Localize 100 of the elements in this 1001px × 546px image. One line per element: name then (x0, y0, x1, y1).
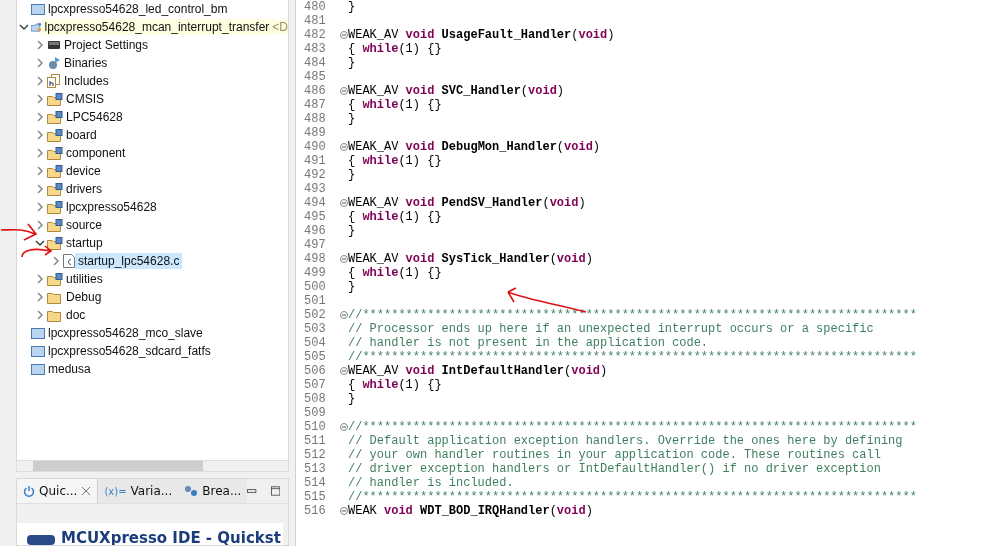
chevron-down-icon[interactable] (19, 22, 29, 32)
fold-toggle-icon[interactable] (340, 311, 348, 319)
tree-item[interactable]: startup (63, 235, 106, 251)
tree-item[interactable]: lpcxpresso54628_mco_slave (45, 325, 206, 341)
line-number: 481 (303, 14, 327, 28)
source-folder-icon (47, 272, 63, 286)
source-folder-icon (47, 164, 63, 178)
line-number: 516 (303, 504, 327, 518)
fold-toggle-icon[interactable] (340, 255, 348, 263)
line-number: 495 (303, 210, 327, 224)
tree-item[interactable]: medusa (45, 361, 94, 377)
source-folder-icon (47, 200, 63, 214)
tree-item[interactable]: CMSIS (63, 91, 107, 107)
line-number: 488 (303, 112, 327, 126)
code-line: { while(1) {} (348, 266, 442, 280)
minimize-icon[interactable] (247, 489, 257, 493)
line-number: 511 (303, 434, 327, 448)
code-line: WEAK_AV void IntDefaultHandler(void) (348, 364, 608, 378)
line-number: 514 (303, 476, 327, 490)
code-line: { while(1) {} (348, 210, 442, 224)
tree-item[interactable]: LPC54628 (63, 109, 126, 125)
source-folder-icon (47, 92, 63, 106)
code-line: } (348, 56, 356, 70)
logo-icon (27, 533, 55, 545)
line-number: 485 (303, 70, 327, 84)
code-line: WEAK_AV void UsageFault_Handler(void) (348, 28, 615, 42)
source-folder-icon (47, 182, 63, 196)
annotation-arrow (0, 222, 38, 244)
tree-item[interactable]: lpcxpresso54628_led_control_bm (45, 1, 231, 17)
line-number: 512 (303, 448, 327, 462)
code-line: WEAK_AV void DebugMon_Handler(void) (348, 140, 601, 154)
maximize-icon[interactable] (270, 486, 280, 496)
tree-item[interactable]: lpcxpresso54628_mcan_interrupt_transfer (41, 19, 273, 35)
tree-item[interactable]: source (63, 217, 106, 233)
line-number: 497 (303, 238, 327, 252)
line-number: 510 (303, 420, 327, 434)
code-line: WEAK void WDT_BOD_IRQHandler(void) (348, 504, 593, 518)
close-icon[interactable] (81, 486, 92, 496)
code-line: } (348, 224, 356, 238)
project-folder-icon (31, 3, 45, 15)
fold-toggle-icon[interactable] (340, 423, 348, 431)
binaries-icon (47, 56, 61, 70)
line-number: 493 (303, 182, 327, 196)
code-line: } (348, 0, 356, 14)
line-number: 496 (303, 224, 327, 238)
tree-item[interactable]: utilities (63, 271, 106, 287)
source-folder-icon (47, 236, 63, 250)
fold-toggle-icon[interactable] (340, 507, 348, 515)
line-number: 492 (303, 168, 327, 182)
line-number: 509 (303, 406, 327, 420)
project-folder-icon (31, 327, 45, 339)
project-folder-icon (31, 363, 45, 375)
code-line: { while(1) {} (348, 98, 442, 112)
breakpoints-icon (184, 485, 199, 497)
chevron-down-icon[interactable] (35, 238, 45, 248)
panel-tab[interactable]: (x)= Varia... (98, 479, 179, 503)
code-line: // your own handler routines in your application code. These routines call (348, 448, 881, 462)
line-number: 490 (303, 140, 327, 154)
horizontal-scrollbar[interactable] (16, 460, 289, 472)
fold-toggle-icon[interactable] (340, 143, 348, 151)
panel-tab[interactable]: Brea... (178, 479, 248, 503)
code-line: // driver exception handlers or IntDefaultHandler() if no driver exception (348, 462, 881, 476)
source-folder-icon (47, 128, 63, 142)
source-folder-icon (47, 110, 63, 124)
code-line: } (348, 112, 356, 126)
line-number: 504 (303, 336, 327, 350)
line-number: 494 (303, 196, 327, 210)
code-line: { while(1) {} (348, 42, 442, 56)
panel-tab[interactable]: Quic... (17, 479, 99, 503)
tree-item[interactable]: startup_lpc54628.c (75, 253, 183, 269)
power-icon (23, 485, 35, 497)
line-number: 501 (303, 294, 327, 308)
tree-item[interactable]: lpcxpresso54628_sdcard_fatfs (45, 343, 214, 359)
code-line: // handler is included. (348, 476, 514, 490)
tree-item[interactable]: Includes (61, 73, 112, 89)
code-line: { while(1) {} (348, 154, 442, 168)
code-line: //***************************************************************************** (348, 308, 917, 322)
tree-item[interactable]: Binaries (61, 55, 111, 71)
tree-item[interactable]: doc (63, 307, 89, 323)
code-line: WEAK_AV void SVC_Handler(void) (348, 84, 565, 98)
line-number: 513 (303, 462, 327, 476)
tree-item[interactable]: drivers (63, 181, 105, 197)
tree-item[interactable]: component (63, 145, 129, 161)
tree-item[interactable]: lpcxpresso54628 (63, 199, 160, 215)
tree-item[interactable]: device (63, 163, 104, 179)
line-number: 500 (303, 280, 327, 294)
tree-item[interactable]: board (63, 127, 100, 143)
code-line: } (348, 280, 356, 294)
fold-toggle-icon[interactable] (340, 31, 348, 39)
project-folder-icon (31, 345, 45, 357)
fold-toggle-icon[interactable] (340, 199, 348, 207)
tree-item[interactable]: Debug (63, 289, 105, 305)
chip-icon (47, 39, 61, 51)
line-number: 480 (303, 0, 327, 14)
code-line: } (348, 168, 356, 182)
code-line: // Processor ends up here if an unexpected interrupt occurs or a specific (348, 322, 874, 336)
code-line: // handler is not present in the application code. (348, 336, 709, 350)
tree-item[interactable]: Project Settings (61, 37, 152, 53)
fold-toggle-icon[interactable] (340, 367, 348, 375)
fold-toggle-icon[interactable] (340, 87, 348, 95)
